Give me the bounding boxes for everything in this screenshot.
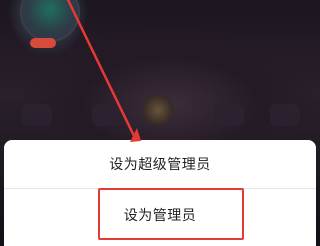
highlight-box — [98, 188, 244, 240]
live-badge — [30, 38, 56, 48]
mic-seat[interactable] — [92, 104, 122, 126]
mic-seat-row — [0, 92, 320, 132]
mic-seat[interactable] — [22, 104, 52, 126]
mic-seat[interactable] — [214, 104, 244, 126]
set-super-admin-option[interactable]: 设为超级管理员 — [4, 140, 316, 188]
mic-seat-avatar[interactable] — [142, 94, 174, 126]
mic-seat[interactable] — [270, 104, 300, 126]
set-super-admin-label: 设为超级管理员 — [109, 157, 211, 173]
